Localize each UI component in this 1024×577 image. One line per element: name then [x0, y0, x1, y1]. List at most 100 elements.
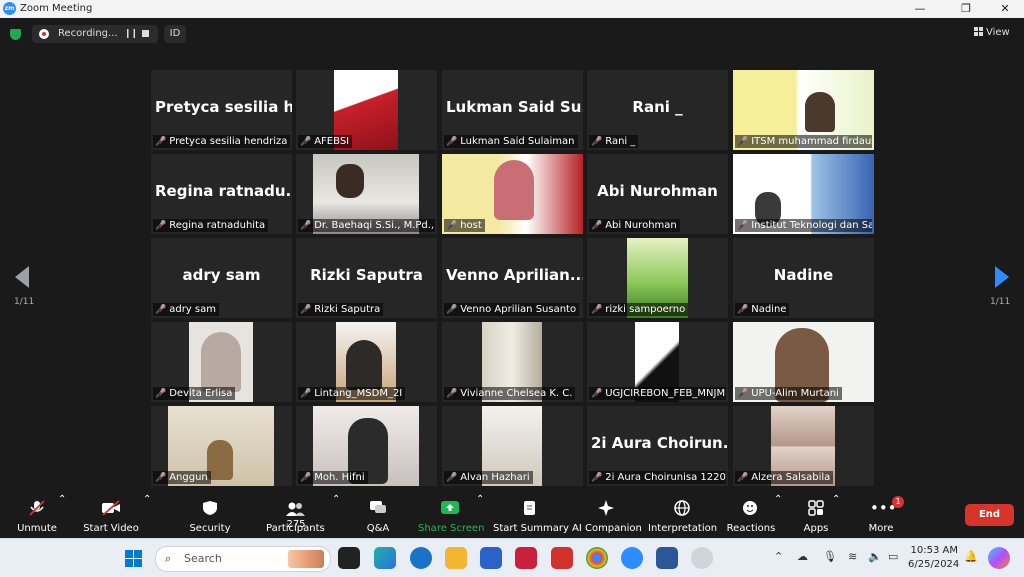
tray-overflow-icon[interactable]: ⌃ — [774, 550, 783, 563]
close-button[interactable]: ✕ — [990, 1, 1020, 17]
settings-app-icon[interactable] — [691, 547, 713, 569]
apps-options-caret[interactable]: ⌃ — [832, 494, 840, 538]
participant-tile[interactable]: 🎤̸ Dr. Baehaqi S.Si., M.Pd., ... — [296, 154, 437, 234]
participant-tile[interactable]: Rizki Saputra 🎤̸ Rizki Saputra — [296, 238, 437, 318]
participant-tile[interactable]: Nadine 🎤̸ Nadine — [733, 238, 874, 318]
volume-icon[interactable]: 🔈 — [868, 550, 882, 563]
mcafee-icon[interactable] — [551, 547, 573, 569]
participant-name-label: 🎤̸ rizki sampoerno — [589, 303, 689, 316]
participant-tile[interactable]: Regina ratnadu... 🎤̸ Regina ratnaduhita — [151, 154, 292, 234]
apps-button[interactable]: Apps — [796, 494, 836, 538]
mic-muted-icon: 🎤̸ — [591, 137, 603, 147]
file-explorer-icon[interactable] — [445, 547, 467, 569]
notification-bell-icon[interactable]: 🔔 — [964, 550, 978, 563]
unmute-label: Unmute — [17, 523, 57, 534]
participant-tile[interactable]: 🎤̸ UPU-Alim Murtani — [733, 322, 874, 402]
start-video-button[interactable]: Start Video — [78, 494, 144, 538]
taskbar-search-box[interactable]: ⌕ Search — [155, 546, 331, 572]
qa-button[interactable]: Q&A — [358, 494, 398, 538]
participant-tile[interactable]: 🎤̸ rizki sampoerno — [587, 238, 728, 318]
participant-name: ITSM muhammad firdaus — [751, 136, 872, 147]
pause-recording-icon[interactable]: ❙❙ — [124, 29, 138, 39]
participants-button[interactable]: 275 Participants — [266, 494, 325, 538]
end-meeting-button[interactable]: End — [965, 504, 1014, 526]
reactions-button[interactable]: Reactions — [724, 494, 778, 538]
mic-muted-icon: 🎤̸ — [446, 305, 458, 315]
participant-tile[interactable]: 🎤̸Institut Teknologi dan Sai... — [733, 154, 874, 234]
participant-name: 2i Aura Choirunisa 12202... — [605, 472, 726, 483]
cloud-sync-icon[interactable]: ☁ — [797, 550, 808, 563]
participant-video — [201, 332, 241, 392]
participant-name-label: 🎤̸ Nadine — [735, 303, 790, 316]
microphone-tray-icon[interactable]: 🎙 — [823, 550, 837, 563]
edge-browser-icon[interactable] — [374, 547, 396, 569]
participant-name: Alvan Hazhari — [460, 472, 530, 483]
more-button[interactable]: ••• 1 More — [860, 494, 904, 538]
share-options-caret[interactable]: ⌃ — [476, 494, 484, 538]
participant-tile[interactable]: 🎤̸ ITSM muhammad firdaus — [733, 70, 874, 150]
next-page-arrow-icon[interactable] — [995, 266, 1009, 288]
stop-recording-icon[interactable] — [142, 30, 149, 37]
zoom-taskbar-icon[interactable] — [621, 547, 643, 569]
chrome-icon[interactable] — [586, 547, 608, 569]
security-label: Security — [189, 523, 231, 534]
share-screen-button[interactable]: Share Screen — [418, 494, 484, 538]
video-off-icon — [100, 500, 122, 516]
taskbar-clock[interactable]: 10:53 AM 6/25/2024 — [908, 544, 959, 572]
participant-tile[interactable]: 🎤̸ Alzera Salsabila — [733, 406, 874, 486]
participants-options-caret[interactable]: ⌃ — [332, 494, 340, 538]
participant-tile[interactable]: 🎤̸ AFEBSI — [296, 70, 437, 150]
reactions-options-caret[interactable]: ⌃ — [774, 494, 782, 538]
participant-tile[interactable]: adry sam 🎤̸ adry sam — [151, 238, 292, 318]
battery-icon[interactable]: ▭ — [888, 550, 898, 563]
mic-muted-icon: 🎤̸ — [300, 305, 312, 315]
previous-page-arrow-icon[interactable] — [15, 266, 29, 288]
participant-tile[interactable]: 🎤̸ host — [442, 154, 583, 234]
mic-muted-icon: 🎤̸ — [300, 473, 312, 483]
video-options-caret[interactable]: ⌃ — [143, 494, 151, 538]
search-icon: ⌕ — [165, 552, 172, 565]
participant-tile[interactable]: 🎤̸ Alvan Hazhari — [442, 406, 583, 486]
word-icon[interactable] — [656, 547, 678, 569]
participant-video — [494, 160, 534, 220]
participant-tile[interactable]: Venno Aprilian... 🎤̸ Venno Aprilian Susant… — [442, 238, 583, 318]
participant-name: Devita Erlisa — [169, 388, 233, 399]
wifi-icon[interactable]: ≋ — [848, 550, 857, 563]
participant-tile[interactable]: 🎤̸ Lintang_MSDM_2I — [296, 322, 437, 402]
copilot-icon[interactable] — [988, 547, 1010, 569]
maximize-button[interactable]: ❐ — [951, 1, 981, 17]
participant-tile[interactable]: Abi Nurohman 🎤̸ Abi Nurohman — [587, 154, 728, 234]
encryption-shield-icon[interactable] — [10, 29, 21, 40]
minimize-button[interactable]: — — [905, 1, 935, 17]
unmute-button[interactable]: Unmute — [10, 494, 64, 538]
participant-tile[interactable]: Pretyca sesilia h... 🎤̸Pretyca sesilia he… — [151, 70, 292, 150]
participant-tile[interactable]: 2i Aura Choirun... 🎤̸ 2i Aura Choirunisa 1… — [587, 406, 728, 486]
view-button[interactable]: View — [974, 27, 1010, 38]
participant-name-label: 🎤̸ Alzera Salsabila — [735, 471, 834, 484]
participant-name: Pretyca sesilia hendriza — [169, 136, 288, 147]
ai-companion-button[interactable]: AI Companion — [572, 494, 642, 538]
audio-options-caret[interactable]: ⌃ — [58, 494, 66, 538]
interpretation-button[interactable]: Interpretation — [648, 494, 718, 538]
participant-tile[interactable]: Rani _ 🎤̸ Rani _ — [587, 70, 728, 150]
task-view-icon[interactable] — [338, 547, 360, 569]
participant-tile[interactable]: 🎤̸ UGJCIREBON_FEB_MNJM... — [587, 322, 728, 402]
mic-muted-icon: 🎤̸ — [591, 221, 603, 231]
start-summary-button[interactable]: Start Summary — [493, 494, 569, 538]
participant-tile[interactable]: 🎤̸ Moh. Hifni — [296, 406, 437, 486]
summary-document-icon — [518, 500, 540, 516]
interpretation-label: Interpretation — [648, 523, 718, 534]
app-grid-icon[interactable] — [515, 547, 537, 569]
participant-name-display: Pretyca sesilia h... — [155, 98, 292, 116]
participant-tile[interactable]: 🎤̸ Vivianne Chelsea K. C. — [442, 322, 583, 402]
participant-tile[interactable]: 🎤̸ Anggun — [151, 406, 292, 486]
microsoft-store-icon[interactable] — [480, 547, 502, 569]
windows-start-icon[interactable] — [125, 550, 142, 567]
security-button[interactable]: Security — [184, 494, 236, 538]
participants-label: Participants — [266, 523, 325, 534]
participant-tile[interactable]: Lukman Said Su... 🎤̸Lukman Said Sulaiman — [442, 70, 583, 150]
participant-tile[interactable]: 🎤̸ Devita Erlisa — [151, 322, 292, 402]
meeting-id-button[interactable]: ID — [164, 25, 186, 43]
pwa-app-icon[interactable] — [410, 547, 432, 569]
mic-muted-icon: 🎤̸ — [737, 305, 749, 315]
